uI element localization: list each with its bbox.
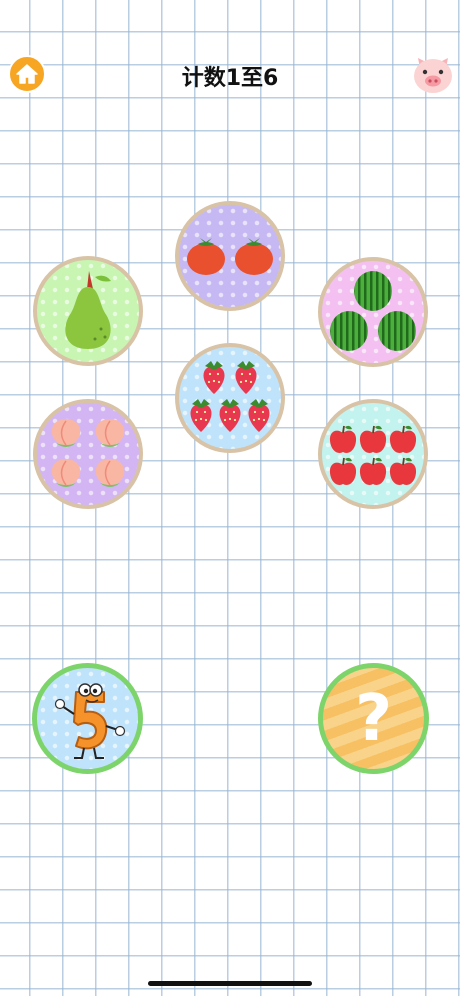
number-five-character-icon [54, 682, 125, 759]
pig-face-icon [414, 58, 452, 93]
peach-icon [50, 418, 126, 488]
number-card[interactable]: 5 [32, 663, 143, 774]
pear-count-circle[interactable] [33, 256, 143, 366]
pear-icon [65, 271, 111, 349]
apple-count-circle[interactable] [318, 399, 428, 509]
apple-icon [329, 424, 417, 486]
mystery-card[interactable]: ? [318, 663, 429, 774]
question-mark-icon: ? [354, 681, 393, 756]
watermelon-count-circle[interactable] [318, 257, 428, 367]
home-indicator [148, 981, 312, 986]
page-title: 计数1至6 [181, 66, 279, 91]
tomato-icon [187, 238, 273, 275]
tomato-count-circle[interactable] [175, 201, 285, 311]
strawberry-icon [190, 361, 270, 432]
watermelon-icon [330, 271, 416, 351]
peach-count-circle[interactable] [33, 399, 143, 509]
profile-button[interactable] [410, 50, 456, 96]
strawberry-count-circle[interactable] [175, 343, 285, 453]
